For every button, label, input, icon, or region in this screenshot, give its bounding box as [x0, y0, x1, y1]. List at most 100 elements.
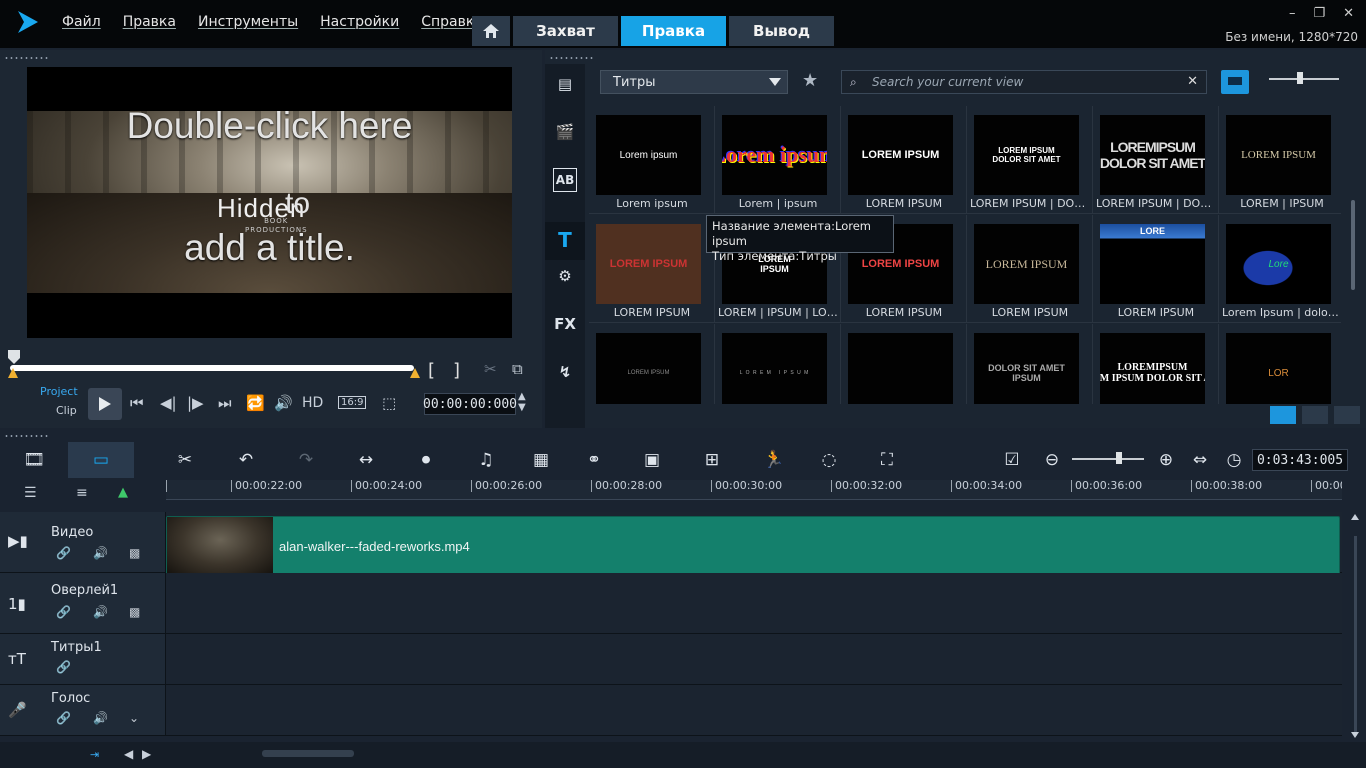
track-body-video[interactable]: alan-walker---faded-reworks.mp4 [166, 512, 1342, 575]
enable-tracks-icon[interactable]: ☑ [998, 446, 1026, 474]
mark-out-button[interactable]: ] [453, 360, 460, 381]
track-body-overlay[interactable] [166, 573, 1342, 634]
search-input[interactable]: ⌕ Search your current view ✕ [841, 70, 1207, 94]
close-button[interactable]: ✕ [1343, 6, 1354, 21]
panel-grip[interactable] [549, 56, 595, 60]
scroll-right-icon[interactable]: ▶ [142, 747, 151, 761]
link-icon[interactable]: 🔗 [56, 546, 71, 560]
track-header-video[interactable]: ▶▮ Видео 🔗 🔊 ▩ [0, 512, 166, 573]
add-track-icon[interactable]: ≡ [76, 485, 88, 501]
track-body-title[interactable] [166, 634, 1342, 685]
tab-edit[interactable]: Правка [621, 16, 726, 46]
timeline-hscroll[interactable] [262, 750, 354, 757]
preview-viewer[interactable]: Double-click here Hidden to BOOK PRODUCT… [27, 67, 512, 338]
mute-icon[interactable]: 🔊 [93, 605, 108, 619]
track-manager-icon[interactable]: ☰ [24, 485, 37, 501]
library-view-button[interactable] [1270, 406, 1296, 424]
title-text-mid[interactable]: to [285, 187, 310, 221]
category-dropdown[interactable]: Титры [600, 70, 788, 94]
scroll-left-icon[interactable]: ◀ [124, 747, 133, 761]
restore-button[interactable]: ❐ [1313, 6, 1325, 21]
path-icon[interactable]: ↯ [553, 360, 577, 384]
track-header-overlay[interactable]: 1▮ Оверлей1 🔗 🔊 ▩ [0, 573, 166, 634]
title-item[interactable]: LOREM IPSUM LOREM | IPSUM [1219, 106, 1341, 214]
undo-icon[interactable]: ↶ [232, 446, 260, 474]
video-clip[interactable]: alan-walker---faded-reworks.mp4 [166, 516, 1340, 575]
clip-mode-label[interactable]: Clip [56, 404, 77, 417]
crop-icon[interactable]: ⬚ [382, 394, 396, 412]
project-mode-label[interactable]: Project [40, 385, 78, 398]
mark-in-button[interactable]: [ [428, 360, 435, 381]
library-edit-button[interactable] [1334, 406, 1360, 424]
title-item[interactable]: Lorem ipsum Lorem | ipsum [715, 106, 841, 214]
repeat-icon[interactable]: 🔁 [246, 394, 265, 412]
view-toggle-button[interactable] [1221, 70, 1249, 94]
fit-timeline-icon[interactable]: ⇔ [1186, 446, 1214, 474]
title-text-line2[interactable]: add a title. [27, 227, 512, 269]
title-item[interactable]: LOREMIPSUM LOREM IPSUM DOLOR SIT AMET [1093, 324, 1219, 404]
thumbnail-size-slider[interactable] [1269, 72, 1339, 84]
menu-settings[interactable]: Настройки [320, 14, 399, 30]
motion-tracking-icon[interactable]: ⚭ [580, 446, 608, 474]
tab-capture[interactable]: Захват [513, 16, 618, 46]
ripple-edit-icon[interactable]: ▩ [129, 605, 140, 619]
preview-timecode[interactable]: 00:00:00:000 [423, 393, 517, 415]
subtitle-editor-icon[interactable]: ▣ [638, 446, 666, 474]
transition-icon[interactable]: AB [553, 168, 577, 192]
tab-output[interactable]: Вывод [729, 16, 834, 46]
add-favorite-icon[interactable]: ★ [802, 70, 826, 94]
title-item[interactable]: L O R E M I P S U M [715, 324, 841, 404]
zoom-out-icon[interactable]: ⊖ [1038, 446, 1066, 474]
title-icon[interactable]: T [553, 228, 577, 252]
title-item[interactable]: LOREM IPSUM [589, 324, 715, 404]
menu-edit[interactable]: Правка [123, 14, 176, 30]
volume-icon[interactable]: 🔊 [274, 394, 293, 412]
title-item[interactable]: LOREM IPSUM LOREM IPSUM [841, 106, 967, 214]
scrub-track[interactable] [10, 365, 414, 371]
split-clip-icon[interactable]: ✂ [484, 360, 497, 378]
timeline-fit-icon[interactable]: ⇥ [90, 748, 99, 761]
title-item[interactable] [841, 324, 967, 404]
library-list-button[interactable] [1302, 406, 1328, 424]
clock-icon[interactable]: ◷ [1220, 446, 1248, 474]
zoom-in-icon[interactable]: ⊕ [1152, 446, 1180, 474]
play-button[interactable] [88, 388, 122, 420]
instant-project-icon[interactable]: 🎬 [553, 120, 577, 144]
graphics-icon[interactable]: ⚙ [553, 264, 577, 288]
record-capture-icon[interactable]: ⏺ [412, 446, 440, 474]
title-item[interactable]: LOREM IPSUM LOREM IPSUM [589, 215, 715, 323]
mute-icon[interactable]: 🔊 [93, 711, 108, 725]
timeline-zoom-slider[interactable] [1072, 452, 1144, 464]
tab-home[interactable] [472, 16, 510, 46]
title-item[interactable]: LOREM IPSUM DOLOR SIT AMET LOREM IPSUM | … [967, 106, 1093, 214]
redo-icon[interactable]: ↷ [292, 446, 320, 474]
trim-out-marker[interactable] [410, 368, 420, 378]
trim-in-marker[interactable] [8, 368, 18, 378]
title-item[interactable]: LOREM IPSUM LOREM IPSUM [967, 215, 1093, 323]
link-icon[interactable]: 🔗 [56, 605, 71, 619]
chapter-marker-icon[interactable]: ▲ [118, 485, 128, 500]
link-icon[interactable]: 🔗 [56, 711, 71, 725]
fit-project-icon[interactable]: ↔ [352, 446, 380, 474]
tools-icon[interactable]: ✂ [171, 446, 199, 474]
title-text-line1[interactable]: Double-click here [27, 105, 512, 147]
aspect-ratio-button[interactable]: 16:9 [338, 396, 367, 409]
library-scrollbar[interactable] [1351, 200, 1355, 290]
time-remapping-icon[interactable]: 🏃 [760, 446, 788, 474]
hd-preview-button[interactable]: HD [302, 395, 323, 411]
filter-icon[interactable]: FX [553, 312, 577, 336]
go-start-icon[interactable]: ⏮ [130, 394, 144, 412]
clear-search-icon[interactable]: ✕ [1187, 74, 1198, 89]
mask-creator-icon[interactable]: ◌ [815, 446, 843, 474]
panel-grip[interactable] [4, 56, 50, 60]
prev-frame-icon[interactable]: ◀| [160, 394, 177, 412]
storyboard-view-icon[interactable]: 🎞 [20, 446, 48, 474]
mute-icon[interactable]: 🔊 [93, 546, 108, 560]
title-item[interactable]: Lore Lorem Ipsum | dolor sit ... [1219, 215, 1341, 323]
title-item[interactable]: Lorem ipsum Lorem ipsum [589, 106, 715, 214]
scrubber[interactable] [8, 350, 420, 380]
track-body-voice[interactable] [166, 685, 1342, 736]
track-header-voice[interactable]: 🎤 Голос 🔗 🔊 ⌄ [0, 685, 166, 736]
timeline-vscroll[interactable] [1350, 512, 1360, 740]
next-frame-icon[interactable]: |▶ [187, 394, 204, 412]
